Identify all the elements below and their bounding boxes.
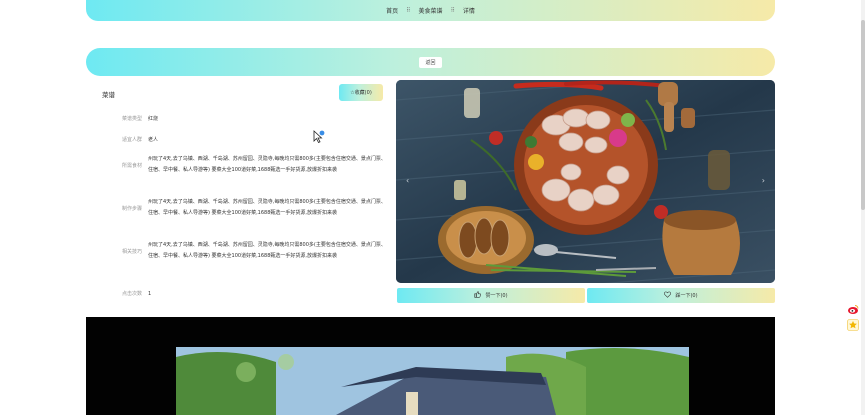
field-value: 老人: [148, 137, 159, 143]
star-icon[interactable]: [846, 318, 860, 332]
back-button[interactable]: 返回: [419, 56, 442, 68]
field-value: 1: [148, 291, 152, 297]
field-value: 州玩了4天,去了乌镇、西湖、千岛湖、苏州留园、灵隐寺,每晚均只需800多(主要包…: [148, 242, 386, 259]
page-banner: 返回: [86, 48, 775, 76]
dislike-label: 踩一下(0): [675, 293, 698, 299]
dislike-button[interactable]: 踩一下(0): [587, 288, 775, 303]
field-label: 所需食材: [121, 162, 142, 169]
mouse-cursor-icon: [313, 130, 325, 144]
heart-icon: [664, 291, 672, 300]
field-label: 适宜人群: [121, 137, 142, 143]
breadcrumb: 首页 ⠿ 美食菜谱 ⠿ 详情: [86, 0, 775, 21]
field-row-type: 菜谱类型 红烧: [96, 114, 386, 124]
scrollbar-thumb[interactable]: [861, 20, 865, 210]
field-row-tips: 相关技巧 州玩了4天,去了乌镇、西湖、千岛湖、苏州留园、灵隐寺,每晚均只需800…: [96, 240, 386, 262]
field-row-ingredients: 所需食材 州玩了4天,去了乌镇、西湖、千岛湖、苏州留园、灵隐寺,每晚均只需800…: [96, 154, 386, 176]
field-row-audience: 适宜人群 老人: [96, 135, 386, 145]
field-label: 相关技巧: [121, 248, 142, 255]
side-widgets: [846, 302, 860, 334]
video-frame: [86, 317, 775, 415]
carousel-next-icon[interactable]: ›: [762, 176, 765, 185]
weibo-icon[interactable]: [846, 302, 860, 316]
like-button[interactable]: 赞一下(0): [397, 288, 585, 303]
breadcrumb-separator: ⠿: [450, 7, 455, 14]
field-row-steps: 制作步骤 州玩了4天,去了乌镇、西湖、千岛湖、苏州留园、灵隐寺,每晚均只需800…: [96, 197, 386, 219]
breadcrumb-category[interactable]: 美食菜谱: [418, 6, 442, 15]
vote-bar: 赞一下(0) 踩一下(0): [397, 288, 775, 303]
breadcrumb-detail: 详情: [462, 8, 475, 15]
field-label: 菜谱类型: [121, 116, 142, 122]
recipe-title: 菜谱: [102, 91, 115, 99]
recipe-photo: [396, 80, 775, 283]
field-value: 红烧: [148, 116, 159, 122]
breadcrumb-separator: ⠿: [406, 7, 411, 14]
video-player[interactable]: [86, 317, 775, 415]
carousel-prev-icon[interactable]: ‹: [406, 176, 409, 185]
field-label: 制作步骤: [121, 205, 142, 212]
recipe-image-carousel[interactable]: ‹ ›: [396, 80, 775, 283]
field-value: 州玩了4天,去了乌镇、西湖、千岛湖、苏州留园、灵隐寺,每晚均只需800多(主要包…: [148, 199, 386, 216]
field-label: 点击次数: [121, 291, 142, 297]
collect-button[interactable]: ☆收藏(0): [339, 84, 383, 101]
like-label: 赞一下(0): [485, 293, 508, 299]
thumbs-up-icon: [474, 291, 482, 300]
recipe-info-panel: 菜谱 ☆收藏(0) 菜谱类型 红烧 适宜人群 老人 所需食材 州玩了4天,去了乌…: [96, 84, 386, 304]
field-row-clicks: 点击次数 1: [96, 289, 386, 299]
breadcrumb-home[interactable]: 首页: [386, 6, 398, 15]
field-value: 州玩了4天,去了乌镇、西湖、千岛湖、苏州留园、灵隐寺,每晚均只需800多(主要包…: [148, 156, 386, 173]
